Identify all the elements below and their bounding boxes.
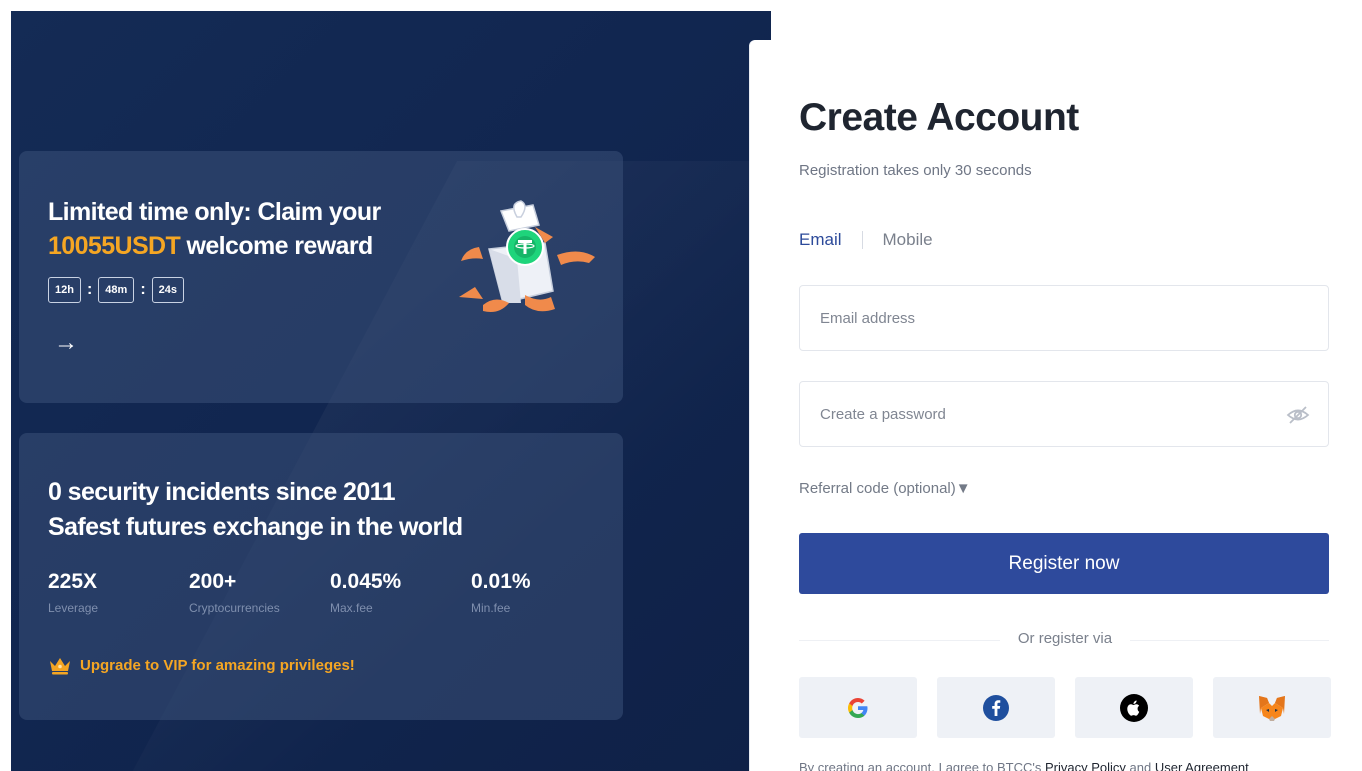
- stats-row: 225X Leverage 200+ Cryptocurrencies 0.04…: [48, 569, 612, 615]
- eye-off-icon[interactable]: [1286, 403, 1310, 427]
- countdown-separator: :: [86, 281, 93, 298]
- security-title-line2: Safest futures exchange in the world: [48, 513, 463, 541]
- page: Limited time only: Claim your 10055USDT …: [0, 0, 1362, 771]
- security-stats-card: 0 security incidents since 2011 Safest f…: [19, 433, 623, 720]
- welcome-reward-card[interactable]: Limited time only: Claim your 10055USDT …: [19, 151, 623, 403]
- arrow-right-icon[interactable]: →: [54, 329, 78, 357]
- stat-label: Cryptocurrencies: [189, 601, 280, 615]
- terms-prefix: By creating an account, I agree to BTCC'…: [799, 760, 1045, 771]
- metamask-login-button[interactable]: [1213, 677, 1331, 738]
- stat-leverage: 225X Leverage: [48, 569, 189, 615]
- user-agreement-link[interactable]: User Agreement: [1155, 760, 1249, 771]
- promo-panel: Limited time only: Claim your 10055USDT …: [11, 11, 771, 771]
- security-title: 0 security incidents since 2011 Safest f…: [48, 475, 608, 545]
- countdown-separator: :: [140, 281, 146, 298]
- reward-title-prefix: Limited time only: Claim your: [48, 198, 381, 226]
- countdown-timer: 12h : 48m : 24s: [48, 277, 185, 303]
- apple-login-button[interactable]: [1075, 677, 1193, 738]
- registration-form: Create Account Registration takes only 3…: [750, 40, 1362, 771]
- stat-value: 200+: [189, 570, 237, 593]
- referral-code-toggle[interactable]: Referral code (optional)▼: [799, 480, 971, 497]
- apple-icon: [1120, 693, 1148, 722]
- stat-max-fee: 0.045% Max.fee: [330, 569, 471, 615]
- email-field: [799, 285, 1329, 351]
- stat-value: 0.045%: [330, 570, 402, 593]
- caret-down-icon: ▼: [955, 480, 971, 497]
- tab-divider: [861, 231, 863, 249]
- metamask-icon: [1259, 695, 1285, 721]
- facebook-login-button[interactable]: [937, 677, 1055, 738]
- tab-mobile[interactable]: Mobile: [883, 230, 933, 250]
- reward-title-suffix: welcome reward: [180, 232, 374, 260]
- countdown-minutes: 48m: [98, 277, 135, 303]
- email-input[interactable]: [800, 286, 1328, 350]
- terms-notice: By creating an account, I agree to BTCC'…: [799, 760, 1249, 771]
- terms-and: and: [1125, 760, 1155, 771]
- vip-upgrade-link[interactable]: Upgrade to VIP for amazing privileges!: [48, 655, 355, 675]
- gift-box-illustration: [459, 200, 595, 312]
- vip-upgrade-label: Upgrade to VIP for amazing privileges!: [80, 656, 355, 674]
- google-icon: [848, 697, 868, 718]
- stat-value: 225X: [48, 570, 98, 593]
- stat-min-fee: 0.01% Min.fee: [471, 569, 612, 615]
- countdown-seconds: 24s: [151, 277, 185, 303]
- tab-email[interactable]: Email: [799, 230, 842, 250]
- facebook-icon: [983, 694, 1009, 721]
- reward-amount: 10055USDT: [48, 232, 181, 260]
- registration-method-tabs: Email Mobile: [799, 230, 933, 250]
- social-login-row: [799, 677, 1331, 738]
- stat-label: Max.fee: [330, 601, 373, 615]
- stat-cryptocurrencies: 200+ Cryptocurrencies: [189, 569, 330, 615]
- google-login-button[interactable]: [799, 677, 917, 738]
- register-button[interactable]: Register now: [799, 533, 1329, 594]
- stat-value: 0.01%: [471, 570, 531, 593]
- crown-icon: [50, 658, 70, 675]
- reward-title: Limited time only: Claim your 10055USDT …: [48, 195, 428, 263]
- password-field: [799, 381, 1329, 447]
- security-title-line1: 0 security incidents since 2011: [48, 478, 395, 506]
- stat-label: Min.fee: [471, 601, 511, 615]
- page-title: Create Account: [799, 96, 1079, 139]
- page-subtitle: Registration takes only 30 seconds: [799, 162, 1032, 179]
- stat-label: Leverage: [48, 601, 99, 615]
- referral-code-label: Referral code (optional): [799, 480, 956, 497]
- countdown-hours: 12h: [48, 277, 81, 303]
- privacy-policy-link[interactable]: Privacy Policy: [1045, 760, 1126, 771]
- or-register-via-label: Or register via: [1000, 630, 1130, 647]
- password-input[interactable]: [800, 382, 1328, 446]
